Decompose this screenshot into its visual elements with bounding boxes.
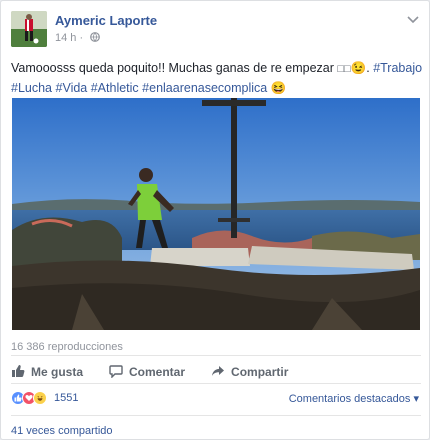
like-button[interactable]: Me gusta <box>11 364 83 381</box>
haha-reaction-icon <box>33 391 47 405</box>
post-meta: 14 h · <box>55 32 101 45</box>
share-arrow-icon <box>211 364 231 381</box>
reaction-icons <box>11 391 47 405</box>
comment-bubble-icon <box>109 364 129 381</box>
hashtag-lucha[interactable]: #Lucha <box>11 81 52 95</box>
wink-emoji-icon: 😉 <box>350 61 367 75</box>
hashtag-trabajo[interactable]: #Trabajo <box>373 61 422 75</box>
post-video[interactable] <box>12 98 420 330</box>
comment-label: Comentar <box>129 365 186 379</box>
like-label: Me gusta <box>31 365 84 379</box>
post-text-body: Vamooosss queda poquito!! Muchas ganas d… <box>11 61 338 75</box>
laughing-emoji-icon: 😆 <box>270 81 287 95</box>
reaction-count[interactable]: 1551 <box>54 392 78 404</box>
divider <box>11 355 421 356</box>
video-view-count: 16 386 reproducciones <box>11 341 123 353</box>
top-comments-label: Comentarios destacados <box>288 393 411 405</box>
author-avatar[interactable] <box>11 11 47 47</box>
divider <box>11 383 421 384</box>
post-timestamp[interactable]: 14 h <box>55 32 76 44</box>
share-label: Compartir <box>231 365 289 379</box>
hashtag-vida[interactable]: #Vida <box>56 81 88 95</box>
globe-icon <box>90 32 101 45</box>
share-count[interactable]: 41 veces compartido <box>11 425 113 437</box>
top-comments-dropdown[interactable]: Comentarios destacados ▾ <box>289 392 419 405</box>
post-options-chevron-icon[interactable] <box>407 13 419 27</box>
thumbs-up-icon <box>11 364 31 381</box>
action-bar: Me gusta Comentar Compartir <box>11 361 314 383</box>
author-name[interactable]: Aymeric Laporte <box>55 13 157 28</box>
hashtag-athletic[interactable]: #Athletic <box>91 81 139 95</box>
meta-separator: · <box>79 32 84 44</box>
hashtag-enlaarenasecomplica[interactable]: #enlaarenasecomplica <box>142 81 267 95</box>
share-button[interactable]: Compartir <box>211 364 288 381</box>
chevron-down-icon: ▾ <box>413 393 419 405</box>
post-text: Vamooosss queda poquito!! Muchas ganas d… <box>11 61 423 95</box>
divider <box>11 415 421 416</box>
post-text-symbols: □□ <box>337 63 351 75</box>
reactions-summary[interactable]: 1551 <box>11 389 78 407</box>
comment-button[interactable]: Comentar <box>109 364 185 381</box>
post-card: Aymeric Laporte 14 h · Vamooosss queda p… <box>0 0 430 440</box>
